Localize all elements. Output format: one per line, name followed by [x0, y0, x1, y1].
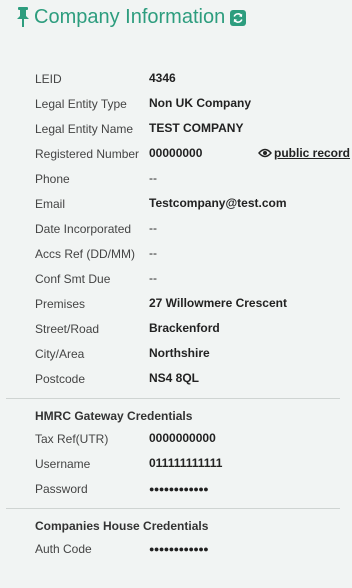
field-value: Northshire: [149, 346, 210, 360]
row-registered-number: Registered Number 00000000 public record: [0, 143, 352, 168]
field-label: Tax Ref(UTR): [35, 432, 109, 446]
password-masked: ●●●●●●●●●●●●: [149, 484, 209, 494]
field-label: Date Incorporated: [35, 222, 132, 236]
public-record-link[interactable]: public record: [258, 146, 350, 160]
field-label: Premises: [35, 297, 86, 311]
page-title: Company Information: [34, 6, 226, 28]
field-label: Legal Entity Type: [35, 97, 127, 111]
row-phone: Phone --: [0, 168, 352, 193]
row-city-area: City/Area Northshire: [0, 343, 352, 368]
field-value: 00000000: [149, 146, 203, 160]
field-label: Accs Ref (DD/MM): [35, 247, 135, 261]
row-date-incorporated: Date Incorporated --: [0, 218, 352, 243]
field-value: Brackenford: [149, 321, 220, 335]
field-label: Postcode: [35, 372, 86, 386]
field-value: 0000000000: [149, 431, 216, 445]
field-value: 011111111111: [149, 456, 223, 470]
field-label: Auth Code: [35, 542, 92, 556]
row-accs-ref: Accs Ref (DD/MM) --: [0, 243, 352, 268]
field-label: Email: [35, 197, 66, 211]
field-label: Password: [35, 482, 88, 496]
eye-icon: [258, 148, 272, 158]
field-value: --: [149, 171, 157, 185]
row-password: Password ●●●●●●●●●●●●: [0, 478, 352, 503]
field-value: --: [149, 271, 157, 285]
field-value: TEST COMPANY: [149, 121, 244, 135]
section-divider: [6, 508, 340, 509]
field-label: Username: [35, 457, 91, 471]
field-value: 4346: [149, 71, 176, 85]
row-legal-entity-name: Legal Entity Name TEST COMPANY: [0, 118, 352, 143]
row-postcode: Postcode NS4 8QL: [0, 368, 352, 393]
field-label: Phone: [35, 172, 70, 186]
refresh-icon: [233, 13, 243, 23]
field-value: Testcompany@test.com: [149, 196, 287, 210]
row-street-road: Street/Road Brackenford: [0, 318, 352, 343]
field-value: --: [149, 221, 157, 235]
field-label: Conf Smt Due: [35, 272, 111, 286]
field-label: LEID: [35, 72, 62, 86]
row-tax-ref: Tax Ref(UTR) 0000000000: [0, 428, 352, 453]
field-label: Legal Entity Name: [35, 122, 134, 136]
public-record-label: public record: [274, 146, 351, 160]
hmrc-heading: HMRC Gateway Credentials: [35, 409, 193, 423]
field-value: NS4 8QL: [149, 371, 200, 385]
row-conf-smt-due: Conf Smt Due --: [0, 268, 352, 293]
refresh-button[interactable]: [230, 10, 247, 26]
section-divider: [6, 398, 340, 399]
companies-house-heading: Companies House Credentials: [35, 519, 209, 533]
row-username: Username 011111111111: [0, 453, 352, 478]
field-value: --: [149, 246, 157, 260]
auth-code-masked: ●●●●●●●●●●●●: [149, 544, 209, 554]
field-label: Street/Road: [35, 322, 100, 336]
row-legal-entity-type: Legal Entity Type Non UK Company: [0, 93, 352, 118]
field-value: 27 Willowmere Crescent: [149, 296, 287, 310]
row-auth-code: Auth Code ●●●●●●●●●●●●: [0, 538, 352, 563]
page-header: Company Information: [14, 4, 247, 30]
row-premises: Premises 27 Willowmere Crescent: [0, 293, 352, 318]
field-label: Registered Number: [35, 147, 140, 161]
pin-icon: [17, 7, 29, 27]
row-email: Email Testcompany@test.com: [0, 193, 352, 218]
field-label: City/Area: [35, 347, 85, 361]
field-value: Non UK Company: [149, 96, 251, 110]
row-leid: LEID 4346: [0, 68, 352, 93]
